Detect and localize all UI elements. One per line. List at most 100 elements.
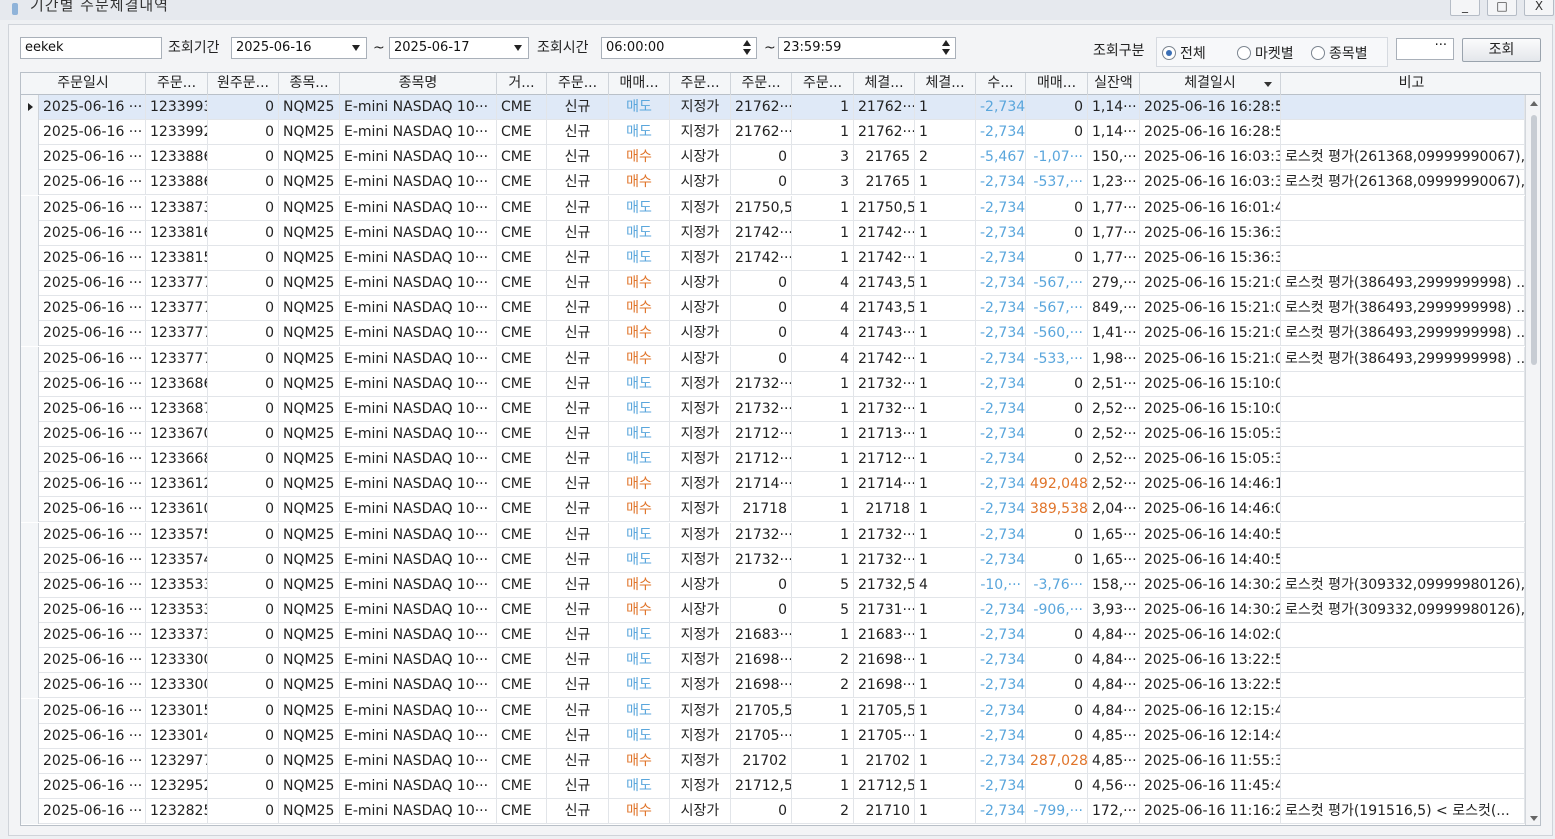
table-row[interactable]: 2025-06-16 ··· 1232952 0 NQM25 E-mini NASDAQ… bbox=[21, 774, 1525, 800]
spin-arrows-icon[interactable] bbox=[742, 39, 752, 57]
row-indicator[interactable] bbox=[21, 447, 39, 473]
mode-item-radio[interactable]: 종목별 bbox=[1311, 43, 1368, 63]
table-row[interactable]: 2025-06-16 ··· 1233533 0 NQM25 E-mini NASDAQ… bbox=[21, 572, 1525, 598]
row-indicator[interactable] bbox=[21, 145, 39, 171]
table-row[interactable]: 2025-06-16 ··· 1233015 0 NQM25 E-mini NASDAQ… bbox=[21, 698, 1525, 724]
row-indicator[interactable] bbox=[21, 748, 39, 774]
row-indicator[interactable] bbox=[21, 371, 39, 397]
table-row[interactable]: 2025-06-16 ··· 1233873 0 NQM25 E-mini NASDAQ… bbox=[21, 195, 1525, 221]
row-indicator[interactable] bbox=[21, 774, 39, 800]
time-to-stepper[interactable]: 23:59:59 bbox=[778, 37, 956, 59]
row-indicator[interactable] bbox=[21, 346, 39, 372]
row-indicator[interactable] bbox=[21, 321, 39, 347]
table-row[interactable]: 2025-06-16 ··· 1233612 0 NQM25 E-mini NASDAQ… bbox=[21, 472, 1525, 498]
row-indicator[interactable] bbox=[21, 95, 39, 120]
column-header[interactable]: 수... bbox=[976, 73, 1026, 95]
table-row[interactable]: 2025-06-16 ··· 1232977 0 NQM25 E-mini NASDAQ… bbox=[21, 748, 1525, 774]
column-header[interactable]: 매매... bbox=[1026, 73, 1088, 95]
cell-fee: -2,734 bbox=[976, 748, 1026, 774]
date-to-select[interactable]: 2025-06-17 bbox=[389, 37, 529, 59]
cell-otype: 지정가 bbox=[670, 421, 731, 447]
table-row[interactable]: 2025-06-16 ··· 1233373 0 NQM25 E-mini NASDAQ… bbox=[21, 623, 1525, 649]
row-indicator[interactable] bbox=[21, 623, 39, 649]
row-indicator[interactable] bbox=[21, 421, 39, 447]
table-row[interactable]: 2025-06-16 ··· 1233300 0 NQM25 E-mini NASDAQ… bbox=[21, 673, 1525, 699]
column-header[interactable]: 비고 bbox=[1281, 73, 1540, 95]
cell-fee: -2,734 bbox=[976, 799, 1026, 825]
table-row[interactable]: 2025-06-16 ··· 1233575 0 NQM25 E-mini NASDAQ… bbox=[21, 522, 1525, 548]
cell-type: 신규 bbox=[547, 799, 609, 825]
table-row[interactable]: 2025-06-16 ··· 1233014 0 NQM25 E-mini NASDAQ… bbox=[21, 723, 1525, 749]
table-row[interactable]: 2025-06-16 ··· 1233300 0 NQM25 E-mini NASDAQ… bbox=[21, 648, 1525, 674]
search-button[interactable]: 조회 bbox=[1462, 38, 1541, 62]
cell-otype: 지정가 bbox=[670, 95, 731, 120]
cell-fprice: 21702 bbox=[854, 748, 915, 774]
vertical-scrollbar[interactable] bbox=[1525, 95, 1540, 825]
column-header[interactable]: 체결일시 bbox=[1140, 73, 1281, 95]
row-indicator[interactable] bbox=[21, 195, 39, 221]
date-from-select[interactable]: 2025-06-16 bbox=[231, 37, 367, 59]
column-header[interactable]: 주문... bbox=[547, 73, 609, 95]
column-header[interactable]: 원주문... bbox=[208, 73, 279, 95]
time-from-stepper[interactable]: 06:00:00 bbox=[601, 37, 757, 59]
column-header[interactable]: 종목명 bbox=[340, 73, 497, 95]
table-row[interactable]: 2025-06-16 ··· 1233687 0 NQM25 E-mini NASDAQ… bbox=[21, 396, 1525, 422]
row-indicator[interactable] bbox=[21, 245, 39, 271]
item-code-field[interactable]: ··· bbox=[1396, 38, 1454, 60]
row-indicator[interactable] bbox=[21, 673, 39, 699]
mode-all-radio[interactable]: 전체 bbox=[1162, 43, 1206, 63]
row-indicator[interactable] bbox=[21, 396, 39, 422]
scroll-down-icon[interactable] bbox=[1530, 816, 1538, 821]
table-row[interactable]: 2025-06-16 ··· 1233992 0 NQM25 E-mini NASDAQ… bbox=[21, 120, 1525, 146]
account-field[interactable]: eekek bbox=[20, 37, 162, 59]
mode-market-radio[interactable]: 마켓별 bbox=[1237, 43, 1294, 63]
table-row[interactable]: 2025-06-16 ··· 1233777 0 NQM25 E-mini NASDAQ… bbox=[21, 321, 1525, 347]
column-header[interactable]: 실잔액 bbox=[1088, 73, 1140, 95]
table-row[interactable]: 2025-06-16 ··· 1233574 0 NQM25 E-mini NASDAQ… bbox=[21, 547, 1525, 573]
column-header[interactable]: 종목... bbox=[279, 73, 340, 95]
column-header[interactable]: 주문... bbox=[146, 73, 208, 95]
row-indicator[interactable] bbox=[21, 547, 39, 573]
column-header[interactable]: 매매... bbox=[609, 73, 670, 95]
scroll-thumb[interactable] bbox=[1531, 115, 1537, 365]
table-row[interactable]: 2025-06-16 ··· 1232825 0 NQM25 E-mini NASDAQ… bbox=[21, 799, 1525, 825]
row-indicator[interactable] bbox=[21, 170, 39, 196]
row-indicator[interactable] bbox=[21, 572, 39, 598]
row-indicator[interactable] bbox=[21, 497, 39, 523]
column-header[interactable]: 체결... bbox=[854, 73, 915, 95]
row-indicator[interactable] bbox=[21, 698, 39, 724]
column-header[interactable]: 주문일시 bbox=[21, 73, 146, 95]
column-header[interactable]: 주문... bbox=[792, 73, 854, 95]
column-header[interactable]: 거... bbox=[497, 73, 547, 95]
spin-arrows-icon[interactable] bbox=[941, 39, 951, 57]
table-row[interactable]: 2025-06-16 ··· 1233886 0 NQM25 E-mini NASDAQ… bbox=[21, 145, 1525, 171]
cell-fee: -2,734 bbox=[976, 396, 1026, 422]
table-row[interactable]: 2025-06-16 ··· 1233777 0 NQM25 E-mini NASDAQ… bbox=[21, 271, 1525, 297]
column-header[interactable]: 주문... bbox=[731, 73, 792, 95]
row-indicator[interactable] bbox=[21, 723, 39, 749]
table-row[interactable]: 2025-06-16 ··· 1233686 0 NQM25 E-mini NASDAQ… bbox=[21, 371, 1525, 397]
row-indicator[interactable] bbox=[21, 120, 39, 146]
table-row[interactable]: 2025-06-16 ··· 1233815 0 NQM25 E-mini NASDAQ… bbox=[21, 245, 1525, 271]
table-row[interactable]: 2025-06-16 ··· 1233610 0 NQM25 E-mini NASDAQ… bbox=[21, 497, 1525, 523]
row-indicator[interactable] bbox=[21, 799, 39, 825]
scroll-up-icon[interactable] bbox=[1530, 101, 1538, 106]
table-row[interactable]: 2025-06-16 ··· 1233816 0 NQM25 E-mini NASDAQ… bbox=[21, 220, 1525, 246]
column-header[interactable]: 주문... bbox=[670, 73, 731, 95]
table-row[interactable]: 2025-06-16 ··· 1233777 0 NQM25 E-mini NASDAQ… bbox=[21, 346, 1525, 372]
table-row[interactable]: 2025-06-16 ··· 1233777 0 NQM25 E-mini NASDAQ… bbox=[21, 296, 1525, 322]
more-icon[interactable]: ··· bbox=[1435, 36, 1447, 56]
row-indicator[interactable] bbox=[21, 598, 39, 623]
table-row[interactable]: 2025-06-16 ··· 1233668 0 NQM25 E-mini NASDAQ… bbox=[21, 447, 1525, 473]
table-row[interactable]: 2025-06-16 ··· 1233670 0 NQM25 E-mini NASDAQ… bbox=[21, 421, 1525, 447]
table-row[interactable]: 2025-06-16 ··· 1233886 0 NQM25 E-mini NASDAQ… bbox=[21, 170, 1525, 196]
row-indicator[interactable] bbox=[21, 522, 39, 548]
table-row[interactable]: 2025-06-16 ··· 1233533 0 NQM25 E-mini NASDAQ… bbox=[21, 598, 1525, 623]
row-indicator[interactable] bbox=[21, 472, 39, 498]
table-row[interactable]: 2025-06-16 ··· 1233993 0 NQM25 E-mini NASDAQ… bbox=[21, 95, 1525, 120]
column-header[interactable]: 체결... bbox=[915, 73, 976, 95]
row-indicator[interactable] bbox=[21, 648, 39, 674]
row-indicator[interactable] bbox=[21, 271, 39, 297]
row-indicator[interactable] bbox=[21, 220, 39, 246]
row-indicator[interactable] bbox=[21, 296, 39, 322]
